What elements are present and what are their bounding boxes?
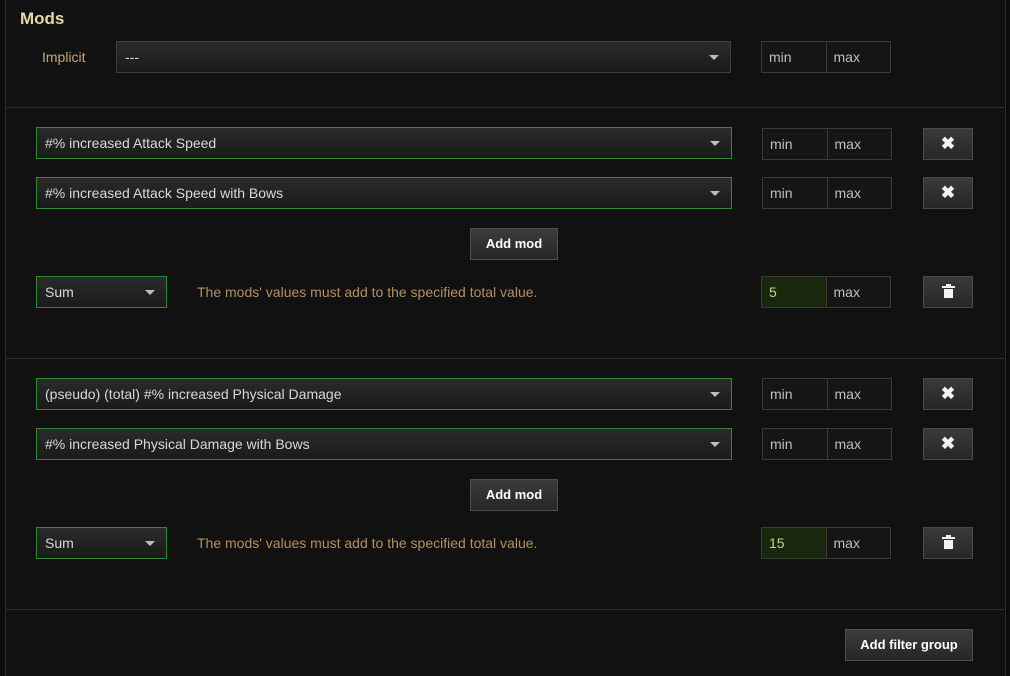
- group-type-value: Sum: [45, 535, 74, 551]
- mod-select-value: #% increased Attack Speed with Bows: [45, 185, 284, 201]
- mod-select[interactable]: #% increased Attack Speed: [36, 127, 732, 159]
- chevron-down-icon: [710, 191, 720, 196]
- group-type-select[interactable]: Sum: [36, 276, 167, 308]
- chevron-down-icon: [710, 392, 720, 397]
- implicit-range: min max: [761, 41, 891, 73]
- mod-range: min max: [762, 378, 892, 410]
- mod-max-input[interactable]: max: [828, 129, 892, 159]
- group-description: The mods' values must add to the specifi…: [197, 284, 538, 300]
- remove-mod-button[interactable]: ✖: [923, 378, 973, 410]
- mod-select[interactable]: #% increased Physical Damage with Bows: [36, 428, 732, 460]
- delete-group-button[interactable]: [923, 527, 973, 559]
- mod-min-input[interactable]: min: [763, 129, 828, 159]
- divider: [5, 358, 1004, 359]
- group-total-range: 5 max: [761, 276, 891, 308]
- close-icon: ✖: [940, 384, 956, 403]
- close-icon: ✖: [940, 434, 956, 453]
- mod-max-input[interactable]: max: [828, 178, 892, 208]
- close-icon: ✖: [940, 183, 956, 202]
- mod-min-input[interactable]: min: [763, 178, 828, 208]
- add-mod-button[interactable]: Add mod: [470, 479, 558, 511]
- mod-select-value: (pseudo) (total) #% increased Physical D…: [45, 386, 342, 402]
- remove-mod-button[interactable]: ✖: [923, 177, 973, 209]
- mods-panel: [5, 0, 1006, 676]
- group-total-min-input[interactable]: 5: [762, 277, 827, 307]
- group-total-range: 15 max: [761, 527, 891, 559]
- trash-icon: [941, 535, 955, 549]
- divider: [5, 609, 1004, 610]
- close-icon: ✖: [940, 134, 956, 153]
- implicit-label: Implicit: [42, 49, 86, 65]
- trash-icon: [941, 284, 955, 298]
- implicit-max-input[interactable]: max: [827, 42, 891, 72]
- mod-select[interactable]: (pseudo) (total) #% increased Physical D…: [36, 378, 732, 410]
- mod-range: min max: [762, 177, 892, 209]
- add-mod-button[interactable]: Add mod: [470, 228, 558, 260]
- section-title: Mods: [20, 9, 65, 28]
- mod-select-value: #% increased Physical Damage with Bows: [45, 436, 310, 452]
- mod-max-input[interactable]: max: [828, 379, 892, 409]
- implicit-select[interactable]: ---: [116, 41, 731, 73]
- mod-min-input[interactable]: min: [763, 379, 828, 409]
- group-type-value: Sum: [45, 284, 74, 300]
- remove-mod-button[interactable]: ✖: [923, 128, 973, 160]
- group-total-max-input[interactable]: max: [827, 528, 891, 558]
- delete-group-button[interactable]: [923, 276, 973, 308]
- group-description: The mods' values must add to the specifi…: [197, 535, 538, 551]
- group-type-select[interactable]: Sum: [36, 527, 167, 559]
- mod-select-value: #% increased Attack Speed: [45, 135, 217, 151]
- mod-select[interactable]: #% increased Attack Speed with Bows: [36, 177, 732, 209]
- mod-min-input[interactable]: min: [763, 429, 828, 459]
- implicit-min-input[interactable]: min: [762, 42, 827, 72]
- chevron-down-icon: [709, 55, 719, 60]
- group-total-max-input[interactable]: max: [827, 277, 891, 307]
- remove-mod-button[interactable]: ✖: [923, 428, 973, 460]
- group-total-min-input[interactable]: 15: [762, 528, 827, 558]
- mod-range: min max: [762, 428, 892, 460]
- mod-range: min max: [762, 128, 892, 160]
- chevron-down-icon: [710, 442, 720, 447]
- chevron-down-icon: [145, 290, 155, 295]
- chevron-down-icon: [145, 541, 155, 546]
- chevron-down-icon: [710, 141, 720, 146]
- mod-max-input[interactable]: max: [828, 429, 892, 459]
- add-filter-group-button[interactable]: Add filter group: [845, 629, 973, 661]
- divider: [5, 107, 1004, 108]
- implicit-select-value: ---: [125, 49, 139, 65]
